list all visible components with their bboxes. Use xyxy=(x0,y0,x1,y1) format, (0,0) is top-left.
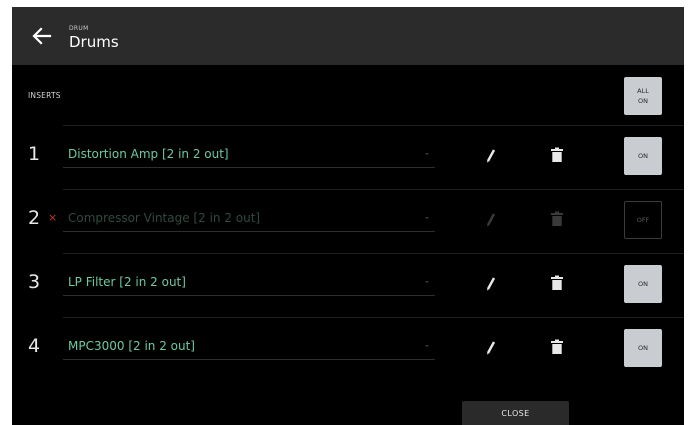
plugin-name: Compressor Vintage [2 in 2 out] xyxy=(68,211,261,225)
delete-button[interactable] xyxy=(546,272,568,294)
arrow-left-icon xyxy=(32,27,52,45)
pencil-icon xyxy=(486,213,496,227)
chevron-down-icon xyxy=(425,153,429,155)
trash-icon xyxy=(551,147,563,162)
pencil-icon xyxy=(486,149,496,163)
plugin-select[interactable]: LP Filter [2 in 2 out] xyxy=(63,273,435,296)
slot-number: 1 xyxy=(28,143,41,165)
edit-button[interactable] xyxy=(480,208,502,230)
close-button[interactable]: CLOSE xyxy=(462,401,569,425)
inserts-heading: INSERTS xyxy=(28,91,61,100)
insert-on-button[interactable]: ON xyxy=(624,265,662,303)
delete-button[interactable] xyxy=(546,144,568,166)
trash-icon xyxy=(551,211,563,226)
delete-button[interactable] xyxy=(546,208,568,230)
insert-effects-screen: DRUM Drums INSERTS ALL ON 1 Distortion A… xyxy=(12,7,684,425)
delete-button[interactable] xyxy=(546,336,568,358)
all-on-label-line1: ALL xyxy=(637,87,649,95)
back-button[interactable] xyxy=(30,24,54,48)
plugin-select[interactable]: MPC3000 [2 in 2 out] xyxy=(63,337,435,360)
chevron-down-icon xyxy=(425,345,429,347)
bypass-marker: × xyxy=(48,211,58,224)
insert-slot-1: 1 Distortion Amp [2 in 2 out] ON xyxy=(12,125,684,189)
insert-slot-4: 4 MPC3000 [2 in 2 out] ON xyxy=(12,317,684,381)
all-on-button[interactable]: ALL ON xyxy=(624,77,662,115)
slot-number: 2 xyxy=(28,207,41,229)
plugin-select[interactable]: Compressor Vintage [2 in 2 out] xyxy=(63,209,435,232)
all-on-label-line2: ON xyxy=(638,97,648,105)
plugin-name: MPC3000 [2 in 2 out] xyxy=(68,339,195,353)
track-type-label: DRUM xyxy=(69,25,89,32)
plugin-name: LP Filter [2 in 2 out] xyxy=(68,275,186,289)
header-bar: DRUM Drums xyxy=(12,7,684,65)
insert-slot-3: 3 LP Filter [2 in 2 out] ON xyxy=(12,253,684,317)
edit-button[interactable] xyxy=(480,272,502,294)
slot-number: 3 xyxy=(28,271,41,293)
insert-slot-2: 2 × Compressor Vintage [2 in 2 out] OFF xyxy=(12,189,684,253)
track-name: Drums xyxy=(69,33,119,51)
chevron-down-icon xyxy=(425,217,429,219)
edit-button[interactable] xyxy=(480,144,502,166)
chevron-down-icon xyxy=(425,281,429,283)
edit-button[interactable] xyxy=(480,336,502,358)
pencil-icon xyxy=(486,277,496,291)
insert-on-button[interactable]: ON xyxy=(624,329,662,367)
trash-icon xyxy=(551,339,563,354)
plugin-select[interactable]: Distortion Amp [2 in 2 out] xyxy=(63,145,435,168)
insert-on-button[interactable]: ON xyxy=(624,137,662,175)
insert-off-button[interactable]: OFF xyxy=(624,201,662,239)
trash-icon xyxy=(551,275,563,290)
slot-number: 4 xyxy=(28,335,41,357)
pencil-icon xyxy=(486,341,496,355)
plugin-name: Distortion Amp [2 in 2 out] xyxy=(68,147,229,161)
